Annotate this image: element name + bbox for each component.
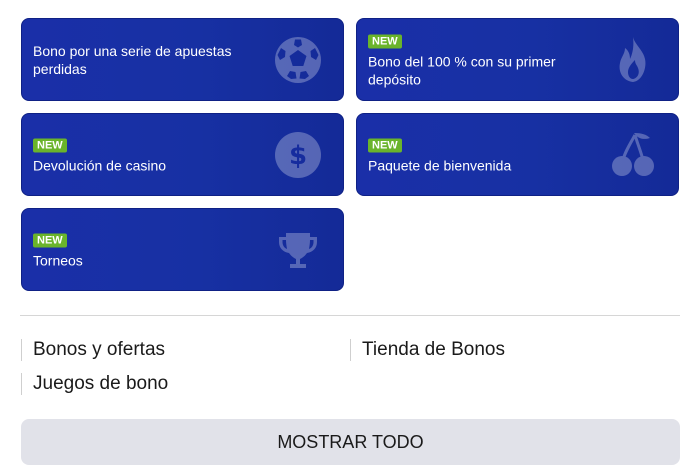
bonus-card-first-deposit[interactable]: NEW Bono del 100 % con su primer depósit… xyxy=(356,18,679,101)
new-badge: NEW xyxy=(368,34,402,48)
flame-icon xyxy=(608,35,658,85)
card-title: Paquete de bienvenida xyxy=(368,157,512,173)
cherries-icon xyxy=(608,130,658,180)
section-divider xyxy=(20,315,680,316)
soccer-ball-icon xyxy=(273,35,323,85)
card-text: Bono por una serie de apuestas perdidas xyxy=(33,42,263,78)
card-title: Devolución de casino xyxy=(33,157,167,173)
link-tienda-de-bonos[interactable]: Tienda de Bonos xyxy=(350,339,505,361)
link-bonos-y-ofertas[interactable]: Bonos y ofertas xyxy=(21,339,165,361)
svg-text:$: $ xyxy=(289,141,307,171)
new-badge: NEW xyxy=(33,233,67,247)
bonus-card-casino-cashback[interactable]: NEW Devolución de casino $ xyxy=(21,113,344,196)
card-text: NEW Paquete de bienvenida xyxy=(368,135,598,174)
card-text: NEW Torneos xyxy=(33,230,263,269)
card-text: NEW Bono del 100 % con su primer depósit… xyxy=(368,31,598,88)
bonus-card-tournaments[interactable]: NEW Torneos xyxy=(21,208,344,291)
card-title: Bono del 100 % con su primer depósito xyxy=(368,53,556,87)
trophy-icon xyxy=(273,225,323,275)
new-badge: NEW xyxy=(33,138,67,152)
new-badge: NEW xyxy=(368,138,402,152)
card-text: NEW Devolución de casino xyxy=(33,135,263,174)
bonus-card-welcome-pack[interactable]: NEW Paquete de bienvenida xyxy=(356,113,679,196)
dollar-coin-icon: $ xyxy=(273,130,323,180)
show-all-button[interactable]: MOSTRAR TODO xyxy=(21,419,680,465)
card-title: Torneos xyxy=(33,252,83,268)
bonus-card-lost-bets[interactable]: Bono por una serie de apuestas perdidas xyxy=(21,18,344,101)
link-juegos-de-bono[interactable]: Juegos de bono xyxy=(21,373,168,395)
card-title: Bono por una serie de apuestas perdidas xyxy=(33,42,232,77)
